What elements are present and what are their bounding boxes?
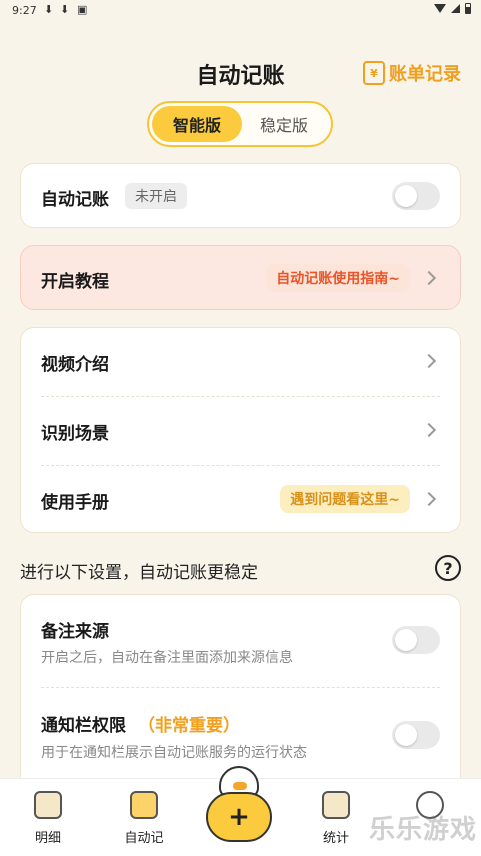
list-item-manual[interactable]: 使用手册 遇到问题看这里~ (21, 466, 460, 534)
notification-icon: ▣ (77, 3, 88, 16)
status-time: 9:27 (12, 4, 37, 17)
status-badge: 未开启 (125, 183, 187, 209)
add-record-button[interactable]: + (206, 792, 272, 842)
auto-bookkeeping-toggle[interactable] (392, 182, 440, 210)
tutorial-label: 开启教程 (41, 272, 109, 292)
chevron-right-icon (421, 270, 437, 286)
version-segment: 智能版 稳定版 (147, 101, 333, 147)
bill-record-button[interactable]: ¥ 账单记录 (363, 60, 461, 86)
tab-stable[interactable]: 稳定版 (240, 106, 328, 142)
notification-label: 通知栏权限 (41, 716, 126, 736)
notification-toggle[interactable] (392, 721, 440, 749)
list-item-scenes[interactable]: 识别场景 (21, 397, 460, 465)
auto-record-icon (130, 791, 158, 819)
bill-record-label: 账单记录 (389, 64, 461, 85)
system-icons (434, 3, 471, 14)
section-title: 进行以下设置，自动记账更稳定 (20, 563, 258, 583)
nav-label: 统计 (322, 831, 349, 846)
settings-card: 备注来源 开启之后，自动在备注里面添加来源信息 通知栏权限 （非常重要） 用于在… (20, 594, 461, 794)
chevron-right-icon (421, 422, 437, 438)
remark-source-toggle[interactable] (392, 626, 440, 654)
bill-icon: ¥ (363, 61, 385, 85)
download-icon: ⬇ (44, 3, 54, 16)
nav-label: 自动记 (124, 831, 164, 846)
list-item-label: 视频介绍 (41, 355, 109, 375)
chevron-right-icon (421, 353, 437, 369)
battery-icon (465, 3, 471, 14)
nav-item-stats[interactable]: 统计 (306, 791, 366, 846)
divider (41, 687, 440, 688)
help-list-card: 视频介绍 识别场景 使用手册 遇到问题看这里~ (20, 327, 461, 533)
auto-bookkeeping-card: 自动记账 未开启 (20, 163, 461, 228)
stats-icon (322, 791, 350, 819)
status-bar: 9:27 ⬇ ⬇ ▣ (0, 0, 481, 22)
nav-item-auto[interactable]: 自动记 (114, 791, 174, 846)
chevron-right-icon (421, 491, 437, 507)
manual-tag: 遇到问题看这里~ (280, 485, 410, 513)
auto-bookkeeping-label: 自动记账 (41, 190, 109, 210)
remark-source-desc: 开启之后，自动在备注里面添加来源信息 (41, 650, 293, 666)
notification-title: 通知栏权限 （非常重要） (41, 711, 240, 736)
remark-source-label: 备注来源 (41, 622, 109, 642)
wifi-icon (434, 4, 446, 13)
watermark: 乐乐游戏 (368, 815, 477, 845)
list-item-video[interactable]: 视频介绍 (21, 328, 460, 396)
nav-label: 明细 (34, 831, 61, 846)
tab-smart[interactable]: 智能版 (152, 106, 242, 142)
notification-desc: 用于在通知栏展示自动记账服务的运行状态 (41, 745, 307, 761)
question-icon[interactable]: ? (435, 555, 461, 581)
nav-item-details[interactable]: 明细 (18, 791, 78, 846)
details-icon (34, 791, 62, 819)
signal-icon (451, 4, 460, 13)
list-item-label: 使用手册 (41, 493, 109, 513)
guide-tag: 自动记账使用指南~ (266, 264, 410, 292)
important-note: （非常重要） (138, 716, 240, 736)
tutorial-card[interactable]: 开启教程 自动记账使用指南~ (20, 245, 461, 310)
download-icon: ⬇ (60, 3, 70, 16)
list-item-label: 识别场景 (41, 424, 109, 444)
